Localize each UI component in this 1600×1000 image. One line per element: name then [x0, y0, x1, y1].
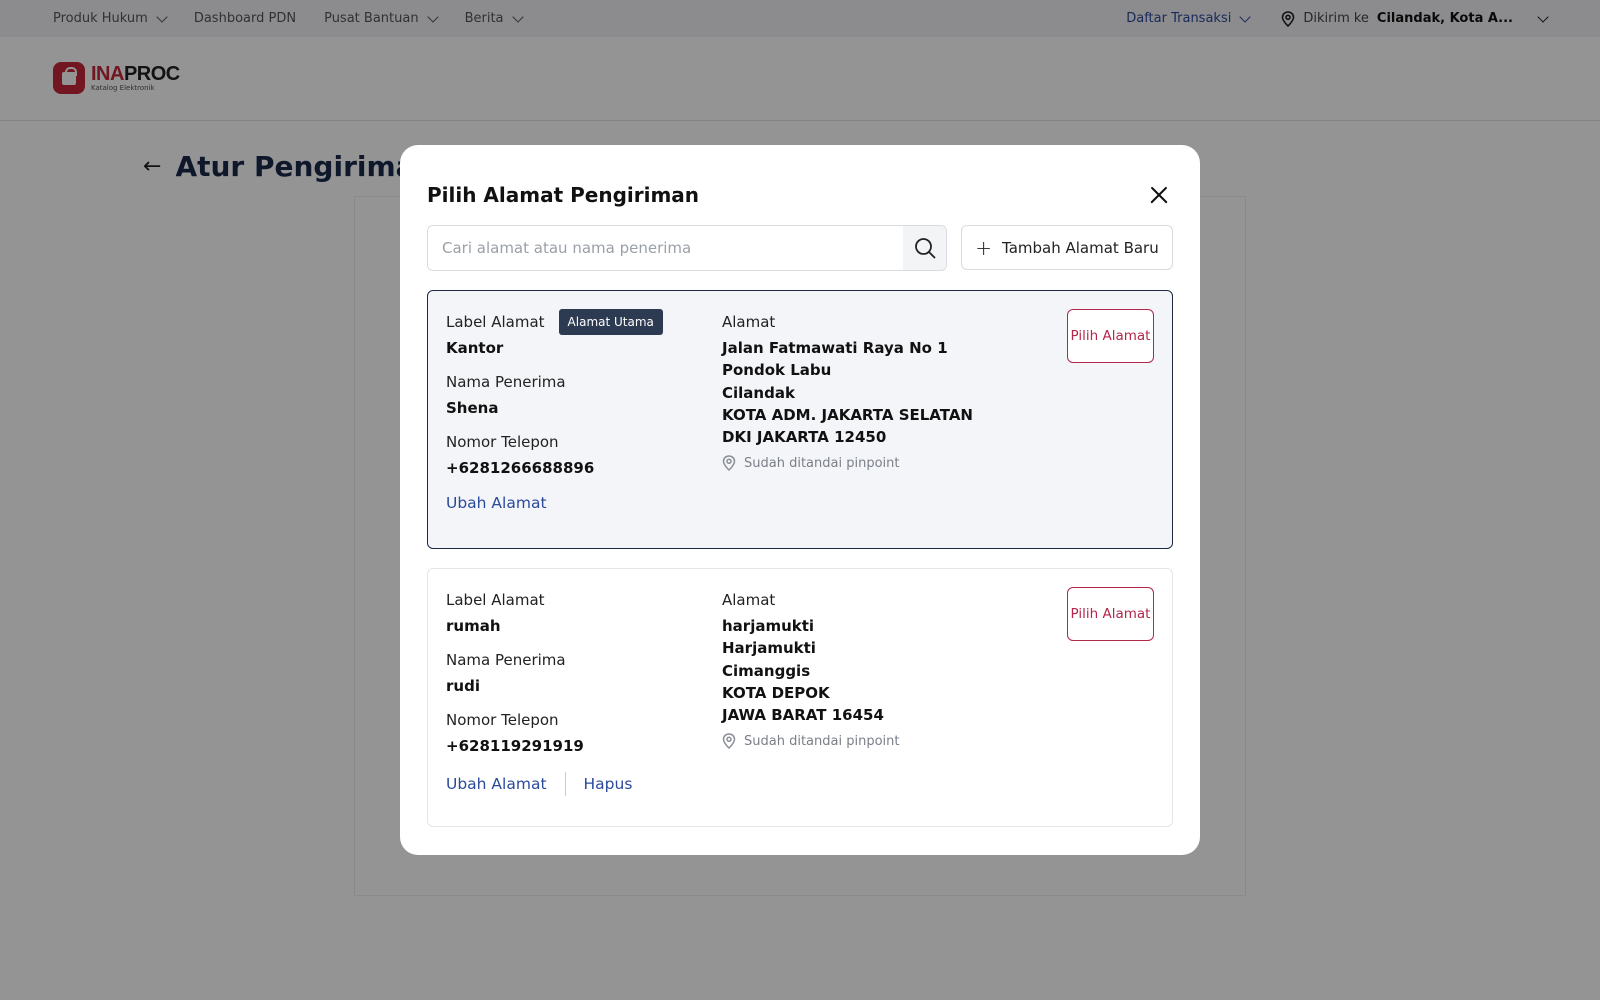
primary-address-badge: Alamat Utama: [558, 309, 663, 335]
recipient-name: rudi: [446, 677, 480, 695]
modal-title: Pilih Alamat Pengiriman: [427, 183, 700, 207]
phone-number: +6281266688896: [446, 459, 595, 477]
search-icon: [914, 238, 935, 259]
pinpoint-status: Sudah ditandai pinpoint: [722, 455, 1062, 472]
address-label: rumah: [446, 617, 501, 635]
address-modal: Pilih Alamat Pengiriman + Tambah Alamat …: [400, 145, 1200, 855]
address-lines: Jalan Fatmawati Raya No 1 Pondok Labu Ci…: [722, 339, 973, 447]
location-pin-icon: [722, 455, 736, 472]
location-pin-icon: [722, 733, 736, 750]
address-label: Kantor: [446, 339, 504, 357]
search-button[interactable]: [903, 226, 946, 270]
search-input[interactable]: [428, 226, 903, 270]
pick-address-button[interactable]: Pilih Alamat: [1067, 309, 1154, 363]
phone-number: +628119291919: [446, 737, 584, 755]
delete-address-link[interactable]: Hapus: [584, 775, 633, 793]
pinpoint-status: Sudah ditandai pinpoint: [722, 733, 1062, 750]
close-icon[interactable]: [1145, 181, 1173, 209]
edit-address-link[interactable]: Ubah Alamat: [446, 494, 547, 512]
divider: [564, 772, 566, 796]
address-card[interactable]: Label Alamat Alamat Utama Kantor Nama Pe…: [427, 290, 1173, 549]
address-lines: harjamukti Harjamukti Cimanggis KOTA DEP…: [722, 617, 884, 725]
pick-address-button[interactable]: Pilih Alamat: [1067, 587, 1154, 641]
recipient-name: Shena: [446, 399, 499, 417]
plus-icon: +: [975, 235, 993, 260]
search-box: [427, 225, 947, 271]
edit-address-link[interactable]: Ubah Alamat: [446, 775, 547, 793]
address-card[interactable]: Label Alamat rumah Nama Penerima rudi No…: [427, 568, 1173, 827]
add-address-button[interactable]: + Tambah Alamat Baru: [961, 225, 1173, 270]
